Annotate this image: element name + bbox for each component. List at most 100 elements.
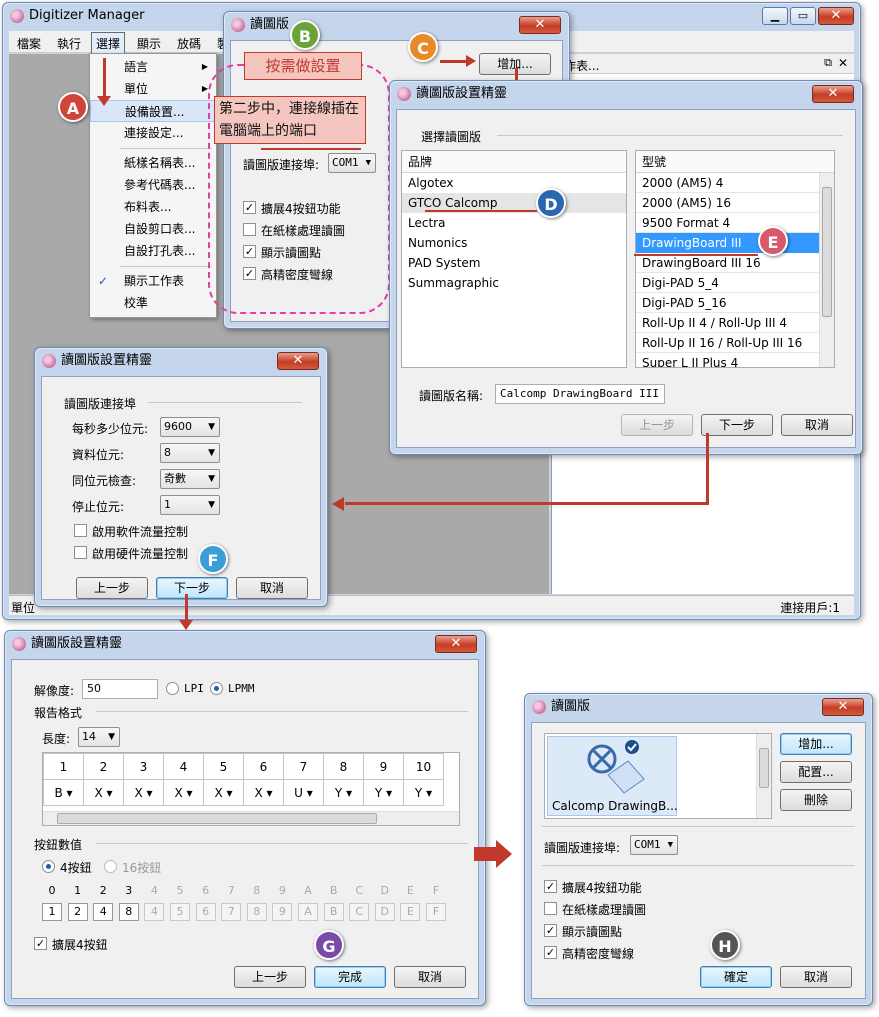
grid-cell[interactable]: Y ▾: [323, 779, 364, 806]
close-icon[interactable]: ✕: [812, 85, 854, 103]
model-item[interactable]: Digi-PAD 5_4: [636, 273, 834, 293]
model-item[interactable]: Roll-Up II 16 / Roll-Up III 16: [636, 333, 834, 353]
minimize-button[interactable]: ▁: [762, 7, 788, 25]
menu-item-punch[interactable]: 自設打孔表...: [90, 240, 216, 262]
port-select[interactable]: COM1 ▼: [630, 835, 678, 855]
next-button[interactable]: 下一步: [701, 414, 773, 436]
brand-item[interactable]: Algotex: [402, 173, 626, 193]
cancel-button[interactable]: 取消: [236, 577, 308, 599]
close-icon[interactable]: ✕: [822, 698, 864, 716]
device-list-scrollbar[interactable]: [756, 734, 771, 818]
add-button[interactable]: 增加...: [780, 733, 852, 755]
radio-4-buttons[interactable]: [42, 860, 55, 873]
hex-value-box: 5: [170, 903, 190, 921]
hex-value-box[interactable]: 8: [118, 903, 139, 921]
length-select[interactable]: 14 ▼: [78, 727, 120, 747]
menu-item-connection[interactable]: 連接設定...: [90, 122, 216, 144]
model-item-selected[interactable]: DrawingBoard III: [636, 233, 834, 253]
model-item[interactable]: Digi-PAD 5_16: [636, 293, 834, 313]
format-grid[interactable]: 1 2 3 4 5 6 7 8 9 10 B ▾ X ▾ X ▾ X ▾ X ▾ X ▾ U ▾ Y ▾ Y ▾ Y…: [42, 752, 460, 826]
next-button[interactable]: 下一步: [156, 577, 228, 599]
radio-16-buttons[interactable]: [104, 860, 117, 873]
cancel-button[interactable]: 取消: [781, 414, 853, 436]
parity-label: 同位元檢查:: [72, 474, 137, 488]
device-list[interactable]: Calcomp DrawingB...: [544, 733, 772, 819]
checkbox-extend-4[interactable]: ✓: [544, 880, 557, 893]
grid-cell[interactable]: X ▾: [243, 779, 284, 806]
step-badge-c: C: [408, 32, 438, 62]
menu-file[interactable]: 檔案: [17, 35, 41, 52]
scroll-thumb[interactable]: [759, 748, 769, 788]
brand-item[interactable]: PAD System: [402, 253, 626, 273]
scroll-thumb[interactable]: [57, 813, 377, 824]
hex-value-box[interactable]: 4: [93, 903, 114, 921]
checkbox-precision-curve[interactable]: ✓: [544, 946, 557, 959]
back-button[interactable]: 上一步: [76, 577, 148, 599]
menu-item-language[interactable]: 語言 ▶: [90, 56, 216, 78]
finish-button[interactable]: 完成: [314, 966, 386, 988]
checkbox-show-points[interactable]: ✓: [544, 924, 557, 937]
scrollbar[interactable]: [819, 173, 834, 367]
menu-select[interactable]: 選擇: [91, 32, 126, 55]
model-item[interactable]: DrawingBoard III 16: [636, 253, 834, 273]
menu-item-notch[interactable]: 自設剪口表...: [90, 218, 216, 240]
pin-icon[interactable]: ⧉: [824, 56, 832, 70]
menu-item-fabric[interactable]: 布料表...: [90, 196, 216, 218]
resolution-input[interactable]: 50: [82, 679, 158, 699]
model-item[interactable]: 2000 (AM5) 4: [636, 173, 834, 193]
grid-cell[interactable]: B ▾: [43, 779, 84, 806]
menu-grade[interactable]: 放碼: [177, 35, 201, 52]
menu-item-calibrate[interactable]: 校準: [90, 292, 216, 314]
grid-cell[interactable]: X ▾: [163, 779, 204, 806]
menu-run[interactable]: 執行: [57, 35, 81, 52]
cancel-button[interactable]: 取消: [394, 966, 466, 988]
grid-cell[interactable]: X ▾: [123, 779, 164, 806]
brand-item[interactable]: Summagraphic: [402, 273, 626, 293]
device-item[interactable]: Calcomp DrawingB...: [547, 736, 678, 816]
brand-list[interactable]: 品牌 Algotex GTCO Calcomp Lectra Numonics …: [401, 150, 627, 368]
ok-button[interactable]: 確定: [700, 966, 772, 988]
model-item[interactable]: 9500 Format 4: [636, 213, 834, 233]
checkbox-hard-flow[interactable]: [74, 546, 87, 559]
grid-cell[interactable]: Y ▾: [403, 779, 444, 806]
close-icon[interactable]: ✕: [818, 7, 854, 25]
grid-cell[interactable]: X ▾: [203, 779, 244, 806]
name-input[interactable]: Calcomp DrawingBoard III: [495, 384, 665, 404]
stop-bits-select[interactable]: 1 ▼: [160, 495, 220, 515]
delete-button[interactable]: 刪除: [780, 789, 852, 811]
brand-item[interactable]: Numonics: [402, 233, 626, 253]
hex-value-box[interactable]: 2: [67, 903, 88, 921]
maximize-button[interactable]: ▭: [790, 7, 816, 25]
grid-cell[interactable]: X ▾: [83, 779, 124, 806]
close-icon[interactable]: ✕: [277, 352, 319, 370]
checkbox-pattern-digitize[interactable]: [544, 902, 557, 915]
model-item[interactable]: 2000 (AM5) 16: [636, 193, 834, 213]
model-item[interactable]: Super L II Plus 4: [636, 353, 834, 367]
back-button[interactable]: 上一步: [621, 414, 693, 436]
grid-cell[interactable]: Y ▾: [363, 779, 404, 806]
model-list[interactable]: 型號 2000 (AM5) 4 2000 (AM5) 16 9500 Forma…: [635, 150, 835, 368]
panel-close-icon[interactable]: ✕: [838, 56, 848, 70]
configure-button[interactable]: 配置...: [780, 761, 852, 783]
menu-item-reference-codes[interactable]: 參考代碼表...: [90, 174, 216, 196]
close-icon[interactable]: ✕: [519, 16, 561, 34]
grid-scrollbar[interactable]: [43, 811, 459, 825]
menu-item-pattern-names[interactable]: 紙樣名稱表...: [90, 152, 216, 174]
radio-lpmm[interactable]: [210, 682, 223, 695]
back-button[interactable]: 上一步: [234, 966, 306, 988]
radio-lpi[interactable]: [166, 682, 179, 695]
menu-item-show-worksheet[interactable]: ✓ 顯示工作表: [90, 270, 216, 292]
brand-item[interactable]: Lectra: [402, 213, 626, 233]
checkbox-extend-4[interactable]: ✓: [34, 937, 47, 950]
parity-select[interactable]: 奇數 ▼: [160, 469, 220, 489]
grid-cell[interactable]: U ▾: [283, 779, 324, 806]
data-bits-select[interactable]: 8 ▼: [160, 443, 220, 463]
model-item[interactable]: Roll-Up II 4 / Roll-Up III 4: [636, 313, 834, 333]
menu-view[interactable]: 顯示: [137, 35, 161, 52]
hex-value-box[interactable]: 1: [42, 903, 62, 921]
close-icon[interactable]: ✕: [435, 635, 477, 653]
cancel-button[interactable]: 取消: [780, 966, 852, 988]
scroll-thumb[interactable]: [822, 187, 832, 317]
checkbox-soft-flow[interactable]: [74, 524, 87, 537]
baud-select[interactable]: 9600 ▼: [160, 417, 220, 437]
